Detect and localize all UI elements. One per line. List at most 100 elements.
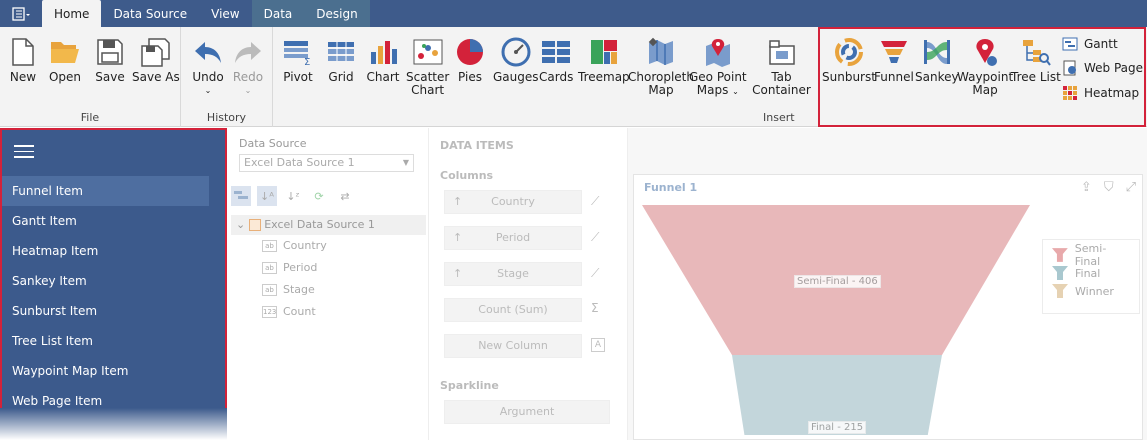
funnel-item[interactable]: Funnel 1 ⇪ ⛉ ⤢ Semi-Final - 406 Final - … — [633, 174, 1143, 440]
choropleth-label-2: Map — [648, 83, 674, 97]
save-as-button[interactable]: Save As — [132, 35, 180, 84]
tab-data[interactable]: Data — [252, 0, 305, 27]
refresh-icon[interactable]: ⟳ — [309, 186, 329, 206]
undo-dropdown-icon[interactable]: ⌄ — [205, 84, 212, 97]
funnel-legend-icon — [1051, 248, 1068, 262]
data-source-pane: Data Source Excel Data Source 1 ▼ ↓ᴬ ↓ᶻ ⟳… — [227, 128, 427, 440]
sankey-button[interactable]: Sankey — [915, 35, 959, 84]
field-type-icon: ab — [262, 261, 277, 274]
new-button[interactable]: New — [6, 35, 40, 84]
collapse-icon[interactable]: ⌄ — [236, 218, 245, 231]
sparkline-type-icon[interactable]: ⟋ — [591, 194, 599, 209]
scatter-chart-button[interactable]: Scatter Chart — [406, 35, 449, 97]
tab-home[interactable]: Home — [42, 0, 102, 27]
custom-items-group: Sunburst Funnel Sankey Waypoint Map Tree… — [817, 27, 1147, 127]
choropleth-map-icon — [648, 37, 673, 65]
funnel-chart[interactable] — [634, 205, 1034, 435]
redo-dropdown-icon: ⌄ — [244, 86, 252, 95]
save-button[interactable]: Save — [93, 35, 127, 84]
treemap-button[interactable]: Treemap — [578, 35, 630, 84]
new-label: New — [9, 70, 37, 84]
argument-placeholder[interactable]: Argument — [444, 400, 610, 424]
field-item[interactable]: ab Period — [262, 261, 317, 274]
column-count-sum[interactable]: Count (Sum) — [444, 298, 582, 322]
column-stage[interactable]: ↑ Stage — [444, 262, 582, 286]
nav-item[interactable]: Sunburst Item — [2, 296, 224, 326]
app-menu-button[interactable] — [0, 0, 42, 27]
tree-list-button[interactable]: Tree List — [1011, 35, 1061, 84]
export-icon[interactable]: ⇪ — [1081, 180, 1092, 195]
sort-descending-icon[interactable]: ↓ᶻ — [283, 186, 303, 206]
maximize-icon[interactable]: ⤢ — [1126, 180, 1136, 195]
pivot-button[interactable]: Σ Pivot — [281, 35, 315, 84]
data-source-select[interactable]: Excel Data Source 1 ▼ — [239, 154, 414, 172]
tree-root[interactable]: ⌄ Excel Data Source 1 — [231, 215, 426, 235]
grid-icon — [328, 42, 354, 61]
tree-list-icon — [1022, 40, 1051, 66]
cards-button[interactable]: Cards — [539, 35, 573, 84]
sort-ascending-icon[interactable]: ↓ᴬ — [257, 186, 277, 206]
tab-design[interactable]: Design — [304, 0, 369, 27]
field-item[interactable]: ab Country — [262, 239, 327, 252]
column-country[interactable]: ↑ Country — [444, 190, 582, 214]
nav-item[interactable]: Tree List Item — [2, 326, 224, 356]
history-group-label: History — [206, 111, 247, 124]
sum-icon[interactable]: Σ — [591, 301, 599, 315]
nav-item[interactable]: Funnel Item — [2, 176, 209, 206]
gantt-label: Gantt — [1084, 37, 1118, 51]
group-by-type-icon[interactable] — [231, 186, 251, 206]
nav-item[interactable]: Heatmap Item — [2, 236, 224, 266]
pies-button[interactable]: Pies — [453, 35, 487, 84]
nav-item[interactable]: Sankey Item — [2, 266, 224, 296]
side-nav-fade — [0, 408, 227, 440]
funnel-title: Funnel 1 — [644, 181, 698, 194]
clear-filter-icon[interactable]: ⛉ — [1104, 180, 1114, 195]
web-page-label: Web Page — [1084, 61, 1144, 75]
cards-icon — [542, 41, 571, 63]
undo-button[interactable]: Undo ⌄ — [191, 35, 225, 97]
sparkline-type-icon[interactable]: ⟋ — [591, 266, 599, 281]
field-item[interactable]: ab Stage — [262, 283, 315, 296]
sunburst-button[interactable]: Sunburst — [822, 35, 876, 84]
tab-container-button[interactable]: Tab Container — [746, 35, 817, 97]
gauges-button[interactable]: Gauges — [493, 35, 539, 84]
tab-view[interactable]: View — [199, 0, 251, 27]
web-page-button[interactable]: Web Page — [1062, 60, 1143, 76]
tab-data-source[interactable]: Data Source — [101, 0, 199, 27]
waypoint-map-button[interactable]: Waypoint Map — [957, 35, 1013, 97]
context-tab-group: Data Design — [251, 0, 370, 27]
geo-point-maps-button[interactable]: Geo Point Maps ⌄ — [689, 35, 747, 98]
chart-button[interactable]: Chart — [366, 35, 400, 84]
legend-label: Final — [1075, 266, 1101, 280]
swap-icon[interactable]: ⇄ — [335, 186, 355, 206]
insert-group-label: Insert — [763, 111, 795, 124]
nav-item[interactable]: Gantt Item — [2, 206, 224, 236]
sparkline-type-icon[interactable]: ⟋ — [591, 230, 599, 245]
hamburger-menu-icon[interactable] — [14, 145, 34, 162]
nav-item[interactable]: Waypoint Map Item — [2, 356, 224, 386]
argument-label: Argument — [499, 405, 555, 418]
tab-container-label: Tab Container — [752, 70, 811, 97]
columns-header: Columns — [440, 169, 494, 182]
heatmap-label: Heatmap — [1084, 86, 1140, 100]
tree-root-label: Excel Data Source 1 — [264, 218, 375, 231]
geo-point-dropdown-icon: ⌄ — [732, 87, 739, 96]
side-navigation: Funnel Item Gantt Item Heatmap Item Sankey … — [0, 128, 227, 410]
gantt-button[interactable]: Gantt — [1062, 36, 1118, 52]
data-source-selected: Excel Data Source 1 — [244, 156, 355, 169]
column-period[interactable]: ↑ Period — [444, 226, 582, 250]
funnel-button[interactable]: Funnel — [874, 35, 914, 84]
field-name: Count — [283, 305, 316, 318]
text-column-icon[interactable]: A — [591, 338, 605, 352]
grid-button[interactable]: Grid — [324, 35, 358, 84]
undo-label: Undo — [192, 70, 224, 84]
app-menu-icon — [12, 6, 30, 21]
open-button[interactable]: Open — [48, 35, 82, 84]
field-item[interactable]: 123 Count — [262, 305, 316, 318]
waypoint-label-2: Map — [972, 83, 998, 97]
choropleth-map-button[interactable]: Choropleth Map — [628, 35, 694, 97]
svg-text:Σ: Σ — [304, 57, 310, 66]
new-column-button[interactable]: New Column — [444, 334, 582, 358]
heatmap-button[interactable]: Heatmap — [1062, 85, 1139, 101]
file-group: New Open Save Save As File — [0, 27, 181, 127]
